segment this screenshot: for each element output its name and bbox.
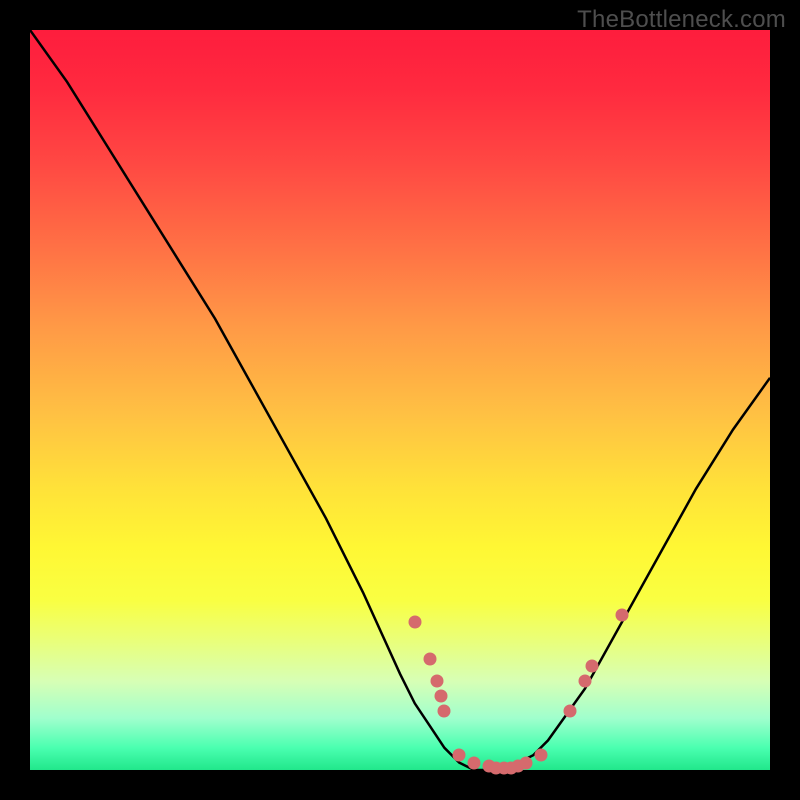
curve-marker-dot [434,690,447,703]
curve-marker-dot [453,749,466,762]
curve-marker-dot [438,704,451,717]
curve-marker-dot [534,749,547,762]
curve-marker-dot [423,653,436,666]
curve-marker-dot [408,616,421,629]
curve-marker-dot [431,675,444,688]
curve-marker-dot [564,704,577,717]
curve-marker-dot [579,675,592,688]
curve-marker-dot [586,660,599,673]
chart-plot-area [30,30,770,770]
bottleneck-curve [30,30,770,770]
watermark-label: TheBottleneck.com [577,6,786,34]
curve-marker-dot [616,608,629,621]
curve-marker-dot [468,756,481,769]
curve-marker-dot [519,756,532,769]
